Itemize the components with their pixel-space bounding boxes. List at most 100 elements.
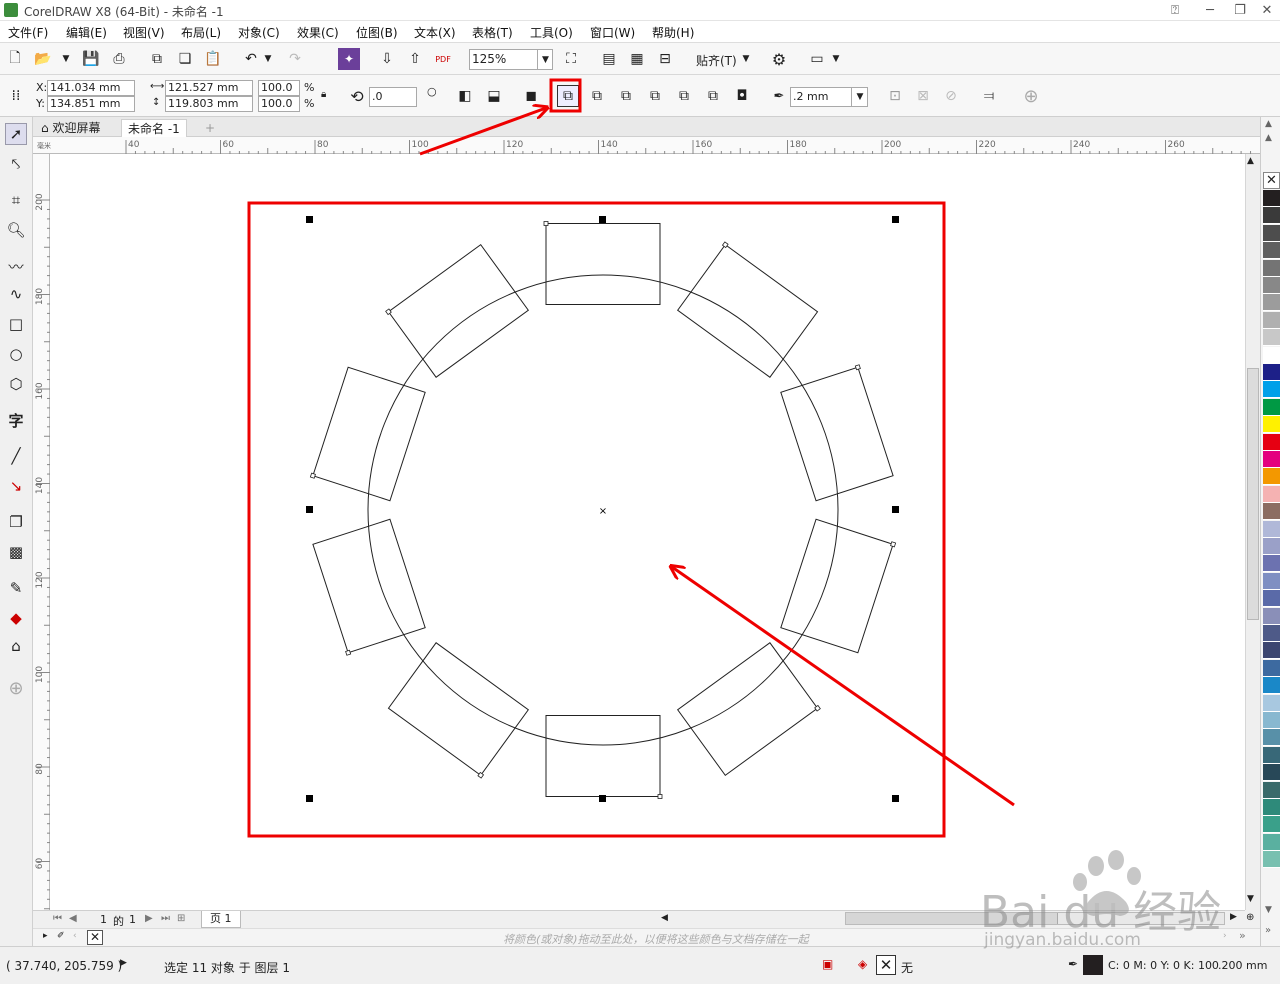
rectangle-object[interactable]: [312, 366, 426, 502]
vertical-ruler[interactable]: 200 180 160 140 120 100 80 60: [33, 154, 50, 910]
palette-swatch[interactable]: [1263, 259, 1280, 277]
handle-middle-right[interactable]: [892, 506, 899, 513]
fill-none-swatch[interactable]: ✕: [876, 955, 896, 975]
crop-tool-icon[interactable]: ⌗: [5, 189, 27, 211]
palette-swatch[interactable]: [1263, 224, 1280, 242]
handle-bottom-center[interactable]: [599, 795, 606, 802]
palette-swatch[interactable]: [1263, 398, 1280, 416]
palette-swatch[interactable]: [1263, 364, 1280, 381]
transparency-icon[interactable]: ▩: [5, 541, 27, 563]
scroll-up-icon[interactable]: ▲: [1247, 156, 1254, 166]
palette-scroll-up-icon[interactable]: ▲: [1265, 119, 1272, 129]
status-expand-icon[interactable]: ▶: [120, 958, 127, 968]
palette-swatch[interactable]: [1263, 381, 1280, 399]
palette-swatch[interactable]: [1263, 329, 1280, 347]
rectangle-tool-icon[interactable]: □: [5, 313, 27, 335]
hscroll-right-icon[interactable]: ▶: [1230, 912, 1237, 922]
ellipse-tool-icon[interactable]: ○: [5, 343, 27, 365]
palette-swatch[interactable]: [1263, 642, 1280, 660]
rectangle-node[interactable]: [890, 541, 897, 548]
palette-swatch[interactable]: [1263, 590, 1280, 608]
palette-swatch[interactable]: [1263, 781, 1280, 799]
handle-top-center[interactable]: [599, 216, 606, 223]
rectangle-node[interactable]: [854, 364, 861, 371]
palette-swatch[interactable]: [1263, 433, 1280, 451]
rectangle-object[interactable]: [545, 223, 661, 305]
palette-swatch[interactable]: [1263, 294, 1280, 312]
palette-swatch[interactable]: [1263, 503, 1280, 521]
doc-palette-none-swatch[interactable]: ✕: [87, 930, 103, 945]
palette-swatch[interactable]: [1263, 694, 1280, 712]
palette-swatch[interactable]: [1263, 485, 1280, 503]
palette-scroll-up-2-icon[interactable]: ▲: [1265, 133, 1272, 143]
rectangle-object[interactable]: [780, 518, 894, 654]
parallel-dimension-icon[interactable]: ╱: [5, 445, 27, 467]
vertical-scroll-thumb[interactable]: [1247, 368, 1259, 620]
palette-swatch[interactable]: [1263, 816, 1280, 834]
rectangle-node[interactable]: [345, 649, 352, 656]
artistic-media-icon[interactable]: ∿: [5, 283, 27, 305]
palette-swatch[interactable]: [1263, 659, 1280, 677]
add-page-icon[interactable]: ⊞: [177, 913, 185, 924]
prev-page-icon[interactable]: ◀: [69, 913, 77, 924]
rectangle-object[interactable]: [387, 642, 530, 776]
zoom-navigator-icon[interactable]: ⊕: [1246, 912, 1254, 923]
interactive-fill-icon[interactable]: ◆: [5, 607, 27, 629]
rectangle-node[interactable]: [543, 221, 549, 226]
palette-swatch[interactable]: [1263, 555, 1280, 573]
palette-swatch[interactable]: [1263, 520, 1280, 538]
palette-swatch[interactable]: [1263, 207, 1280, 225]
scroll-down-icon[interactable]: ▼: [1247, 894, 1254, 904]
rectangle-object[interactable]: [312, 518, 426, 654]
color-proof-icon[interactable]: ▣: [822, 957, 833, 971]
horizontal-scrollbar[interactable]: [845, 912, 1225, 925]
zoom-tool-icon[interactable]: 🔍︎: [5, 219, 27, 241]
horizontal-scroll-thumb[interactable]: [846, 913, 1058, 924]
palette-swatch[interactable]: [1263, 538, 1280, 555]
freehand-tool-icon[interactable]: 〰: [5, 255, 27, 277]
first-page-icon[interactable]: ⏮: [53, 913, 62, 924]
handle-top-right[interactable]: [892, 216, 899, 223]
rectangle-object[interactable]: [545, 715, 661, 797]
palette-swatch[interactable]: [1263, 625, 1280, 642]
rectangle-object[interactable]: [676, 642, 819, 776]
last-page-icon[interactable]: ⏭: [161, 913, 170, 924]
page-tab-1[interactable]: 页 1: [201, 911, 241, 928]
palette-swatch[interactable]: [1263, 677, 1280, 695]
palette-expand-icon[interactable]: »: [1265, 925, 1271, 936]
palette-swatch[interactable]: [1263, 572, 1280, 590]
palette-swatch[interactable]: [1263, 416, 1280, 434]
current-page-number[interactable]: 1: [100, 913, 107, 926]
rectangle-node[interactable]: [657, 794, 663, 799]
rectangle-object[interactable]: [676, 244, 819, 378]
polygon-tool-icon[interactable]: ⬡: [5, 373, 27, 395]
quick-customize-icon[interactable]: ⊕: [5, 677, 27, 699]
palette-swatch[interactable]: [1263, 851, 1280, 869]
palette-swatch[interactable]: [1263, 190, 1280, 207]
palette-swatch[interactable]: [1263, 346, 1280, 364]
doc-palette-scroll-right-icon[interactable]: ›: [1223, 931, 1227, 941]
palette-swatch[interactable]: [1263, 712, 1280, 729]
no-color-swatch[interactable]: ✕: [1263, 172, 1280, 189]
vertical-scrollbar[interactable]: ▲ ▼: [1245, 154, 1260, 910]
palette-swatch[interactable]: [1263, 746, 1280, 764]
doc-palette-expand-icon[interactable]: »: [1239, 929, 1246, 942]
palette-swatch[interactable]: [1263, 311, 1280, 329]
rectangle-node[interactable]: [309, 472, 316, 479]
palette-swatch[interactable]: [1263, 607, 1280, 625]
handle-top-left[interactable]: [306, 216, 313, 223]
palette-swatch[interactable]: [1263, 729, 1280, 747]
palette-swatch[interactable]: [1263, 764, 1280, 782]
handle-bottom-left[interactable]: [306, 795, 313, 802]
palette-swatch[interactable]: [1263, 799, 1280, 816]
hscroll-left-icon[interactable]: ◀: [661, 913, 668, 923]
palette-swatch[interactable]: [1263, 833, 1280, 851]
doc-palette-eyedropper-icon[interactable]: ✐: [57, 931, 65, 941]
palette-scroll-down-icon[interactable]: ▼: [1265, 905, 1272, 915]
handle-bottom-right[interactable]: [892, 795, 899, 802]
connector-tool-icon[interactable]: ↘: [5, 475, 27, 497]
rectangle-object[interactable]: [387, 244, 530, 378]
doc-palette-scroll-left-icon[interactable]: ‹: [73, 931, 77, 941]
palette-swatch[interactable]: [1263, 451, 1280, 468]
drop-shadow-icon[interactable]: ❐: [5, 511, 27, 533]
